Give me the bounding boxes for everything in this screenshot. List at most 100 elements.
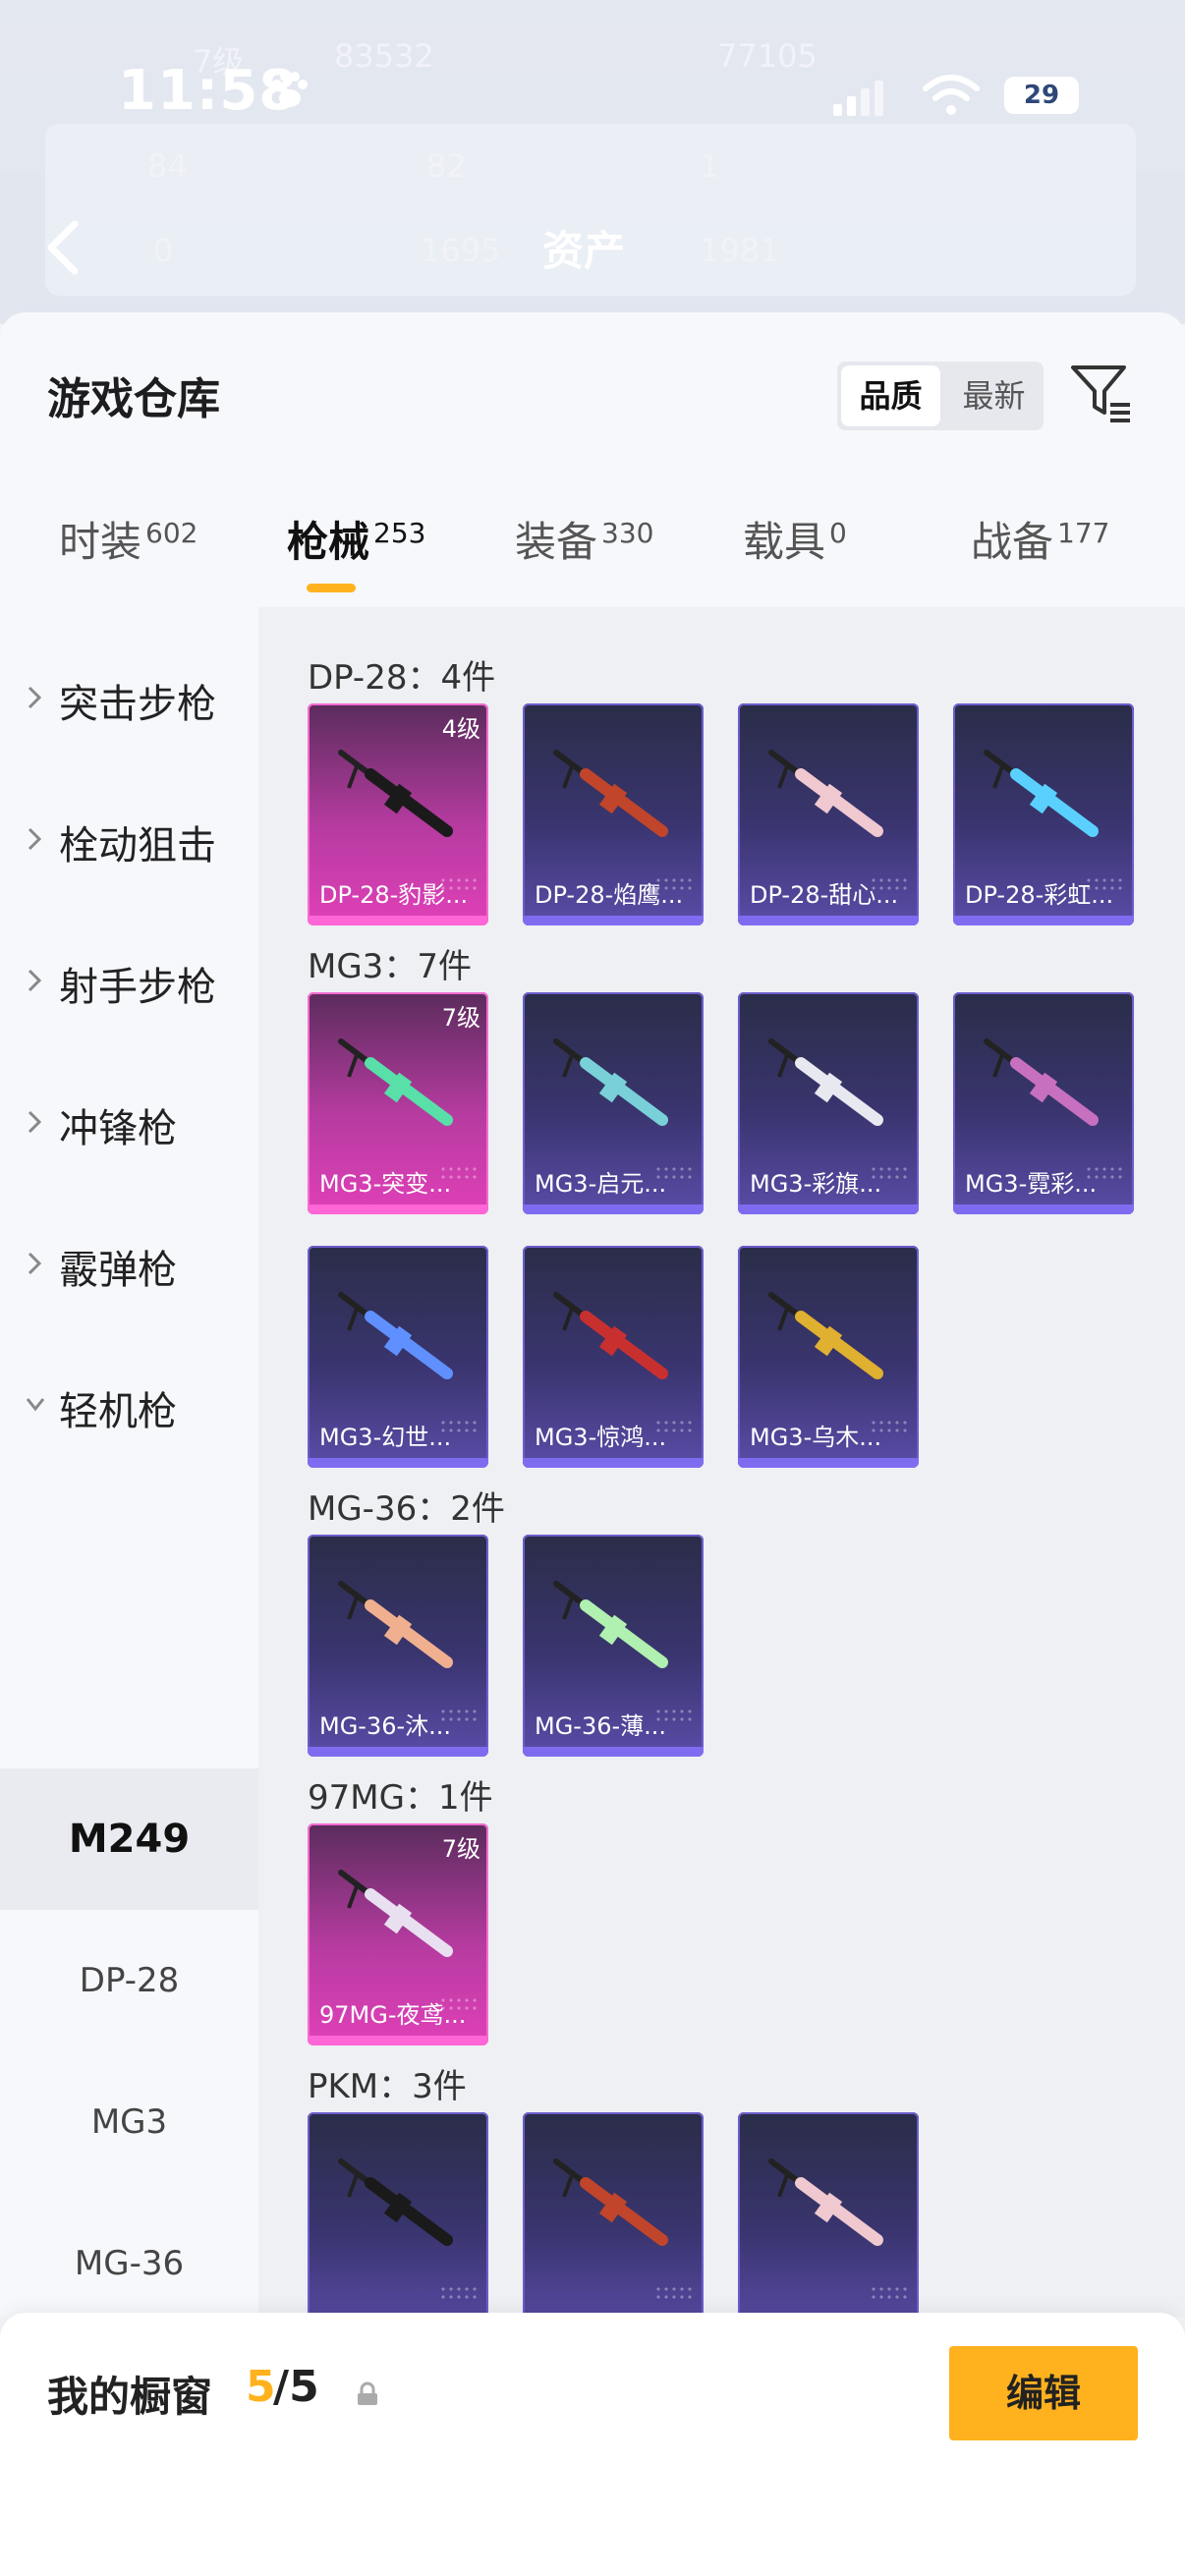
weapon-card[interactable]: DP-28-甜心...: [738, 703, 919, 925]
sidebar-item-assault-rifle[interactable]: 突击步枪: [0, 629, 258, 766]
weapon-skin-name: MG3-幻世...: [319, 1424, 452, 1451]
showcase-bar: 我的橱窗 5 /5 编辑: [0, 2313, 1185, 2576]
weapon-skin-list: DP-28：4件 4级 DP-28-豹影... DP-28-焰鹰... DP-28-甜心…: [258, 607, 1185, 2317]
group-title: PKM：3件: [308, 2067, 467, 2106]
quality-bar: [308, 1204, 488, 1214]
tab-count: 330: [601, 517, 654, 549]
lock-icon: [358, 2381, 377, 2405]
sidebar-item-label: 轻机枪: [59, 1389, 177, 1434]
sort-quality-button[interactable]: 品质: [841, 365, 940, 426]
tab-label: 时装: [59, 518, 142, 566]
group-title: DP-28：4件: [308, 658, 496, 698]
quality-bar: [308, 1458, 488, 1468]
filter-icon[interactable]: [1069, 362, 1134, 426]
quality-bar: [308, 2036, 488, 2045]
weapon-card[interactable]: DP-28-彩虹...: [953, 703, 1134, 925]
paw-icon: [272, 72, 308, 107]
chevron-down-icon: [26, 1398, 45, 1412]
quality-bar: [308, 1747, 488, 1757]
weapon-card[interactable]: MG-36-薄...: [523, 1535, 704, 1757]
tab-vehicles[interactable]: 载具 0: [743, 509, 847, 569]
weapon-skin-name: MG3-霓彩...: [965, 1170, 1098, 1198]
weapon-skin-name: MG3-彩旗...: [750, 1170, 882, 1198]
quality-bar: [953, 1204, 1134, 1214]
sidebar-item-marksman-rifle[interactable]: 射手步枪: [0, 912, 258, 1049]
weapon-card[interactable]: 7级 MG3-突变...: [308, 992, 488, 1214]
gun-skin-image: [768, 1292, 883, 1379]
weapon-skin-name: MG3-启元...: [535, 1170, 667, 1198]
gun-skin-image: [768, 2158, 883, 2246]
chevron-right-icon: [28, 1252, 42, 1275]
weapon-type-sidebar: 突击步枪 栓动狙击 射手步枪 冲锋枪 霰弹枪 轻机枪 M249 DP-28 MG…: [0, 607, 258, 2317]
active-tab-indicator: [307, 584, 356, 592]
weapon-card[interactable]: [523, 2112, 704, 2317]
weapon-skin-name: MG-36-沐...: [319, 1712, 452, 1740]
sort-newest-button[interactable]: 最新: [944, 362, 1044, 430]
chevron-right-icon: [28, 686, 42, 709]
sidebar-subitem-m249[interactable]: M249: [0, 1768, 258, 1910]
gun-skin-image: [553, 2158, 668, 2246]
quality-bar: [523, 1747, 704, 1757]
warehouse-sheet: 游戏仓库 品质 最新 时装 602 枪械 253 装备 330 载具 0 战备 177: [0, 312, 1185, 2576]
edit-button[interactable]: 编辑: [949, 2346, 1138, 2440]
weapon-skin-name: MG3-惊鸿...: [535, 1424, 667, 1451]
sidebar-item-smg[interactable]: 冲锋枪: [0, 1053, 258, 1191]
weapon-skin-name: 97MG-夜鸢...: [319, 2001, 467, 2029]
chevron-right-icon: [28, 827, 42, 851]
gun-skin-image: [768, 750, 883, 837]
sidebar-subitem-dp28[interactable]: DP-28: [0, 1910, 258, 2051]
weapon-skin-name: DP-28-豹影...: [319, 881, 469, 909]
back-arrow-icon[interactable]: [43, 218, 83, 277]
weapon-card[interactable]: MG3-幻世...: [308, 1246, 488, 1468]
chevron-right-icon: [28, 1110, 42, 1134]
quality-bar: [523, 916, 704, 925]
weapon-card[interactable]: [738, 2112, 919, 2317]
tab-equipment[interactable]: 装备 330: [515, 509, 653, 569]
level-badge: 4级: [441, 715, 480, 743]
gun-skin-image: [338, 1870, 453, 1957]
weapon-card[interactable]: MG3-彩旗...: [738, 992, 919, 1214]
weapon-card[interactable]: 7级 97MG-夜鸢...: [308, 1823, 488, 2045]
sidebar-item-label: 栓动狙击: [59, 823, 216, 868]
weapon-card[interactable]: MG3-乌木...: [738, 1246, 919, 1468]
weapon-card[interactable]: 4级 DP-28-豹影...: [308, 703, 488, 925]
tab-label: 载具: [743, 518, 826, 566]
gun-skin-image: [553, 750, 668, 837]
tab-label: 装备: [515, 518, 598, 566]
showcase-total: /5: [273, 2362, 319, 2412]
card-decoration: [439, 2285, 479, 2301]
weapon-card[interactable]: MG-36-沐...: [308, 1535, 488, 1757]
showcase-label: 我的橱窗: [47, 2373, 213, 2421]
gun-skin-image: [553, 1292, 668, 1379]
level-badge: 7级: [441, 1835, 480, 1863]
weapon-skin-name: DP-28-彩虹...: [965, 881, 1114, 909]
gun-skin-image: [338, 1038, 453, 1126]
weapon-card[interactable]: [308, 2112, 488, 2317]
gun-skin-image: [338, 2158, 453, 2246]
tab-fashion[interactable]: 时装 602: [59, 509, 198, 569]
tab-label: 战备: [971, 518, 1054, 566]
weapon-card[interactable]: MG3-惊鸿...: [523, 1246, 704, 1468]
weapon-skin-name: DP-28-甜心...: [750, 881, 899, 909]
sidebar-item-shotgun[interactable]: 霰弹枪: [0, 1195, 258, 1332]
background-page-title: 资产: [542, 227, 626, 275]
weapon-skin-name: DP-28-焰鹰...: [535, 881, 684, 909]
card-decoration: [654, 2285, 694, 2301]
gun-skin-image: [338, 750, 453, 837]
tab-supplies[interactable]: 战备 177: [971, 509, 1109, 569]
level-badge: 7级: [441, 1004, 480, 1032]
gun-skin-image: [984, 750, 1099, 837]
weapon-card[interactable]: DP-28-焰鹰...: [523, 703, 704, 925]
category-tabs: 时装 602 枪械 253 装备 330 载具 0 战备 177: [0, 509, 1185, 597]
chevron-right-icon: [28, 969, 42, 992]
weapon-card[interactable]: MG3-启元...: [523, 992, 704, 1214]
sidebar-subitem-mg3[interactable]: MG3: [0, 2051, 258, 2193]
sidebar-item-label: 霰弹枪: [59, 1248, 177, 1293]
sidebar-item-bolt-sniper[interactable]: 栓动狙击: [0, 770, 258, 908]
weapon-card[interactable]: MG3-霓彩...: [953, 992, 1134, 1214]
sidebar-item-lmg[interactable]: 轻机枪: [0, 1336, 258, 1474]
group-title: 97MG：1件: [308, 1778, 493, 1818]
quality-bar: [523, 1204, 704, 1214]
sidebar-item-label: 冲锋枪: [59, 1106, 177, 1151]
tab-firearms[interactable]: 枪械 253: [287, 509, 425, 569]
